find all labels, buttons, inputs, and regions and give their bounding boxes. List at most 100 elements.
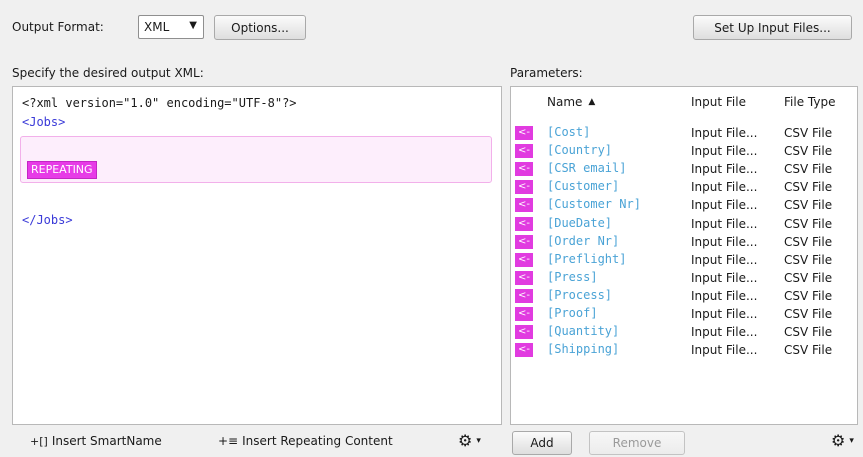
link-arrow-icon[interactable]: <- xyxy=(515,162,533,177)
table-row[interactable]: <- [Preflight] Input File... CSV File xyxy=(511,251,857,268)
param-file-type: CSV File xyxy=(784,162,833,177)
param-file-type: CSV File xyxy=(784,270,833,285)
link-arrow-icon[interactable]: <- xyxy=(515,180,533,195)
param-name: [Customer] xyxy=(547,179,620,194)
insert-repeating-button[interactable]: +≡ Insert Repeating Content xyxy=(218,434,393,448)
output-format-select[interactable]: XML ▼ xyxy=(138,15,204,39)
param-input-file: Input File... xyxy=(691,162,758,177)
link-arrow-icon[interactable]: <- xyxy=(515,270,533,285)
header-input-file[interactable]: Input File xyxy=(691,87,746,117)
xml-open-tag: <Jobs> xyxy=(22,115,66,129)
table-row[interactable]: <- [Press] Input File... CSV File xyxy=(511,269,857,286)
link-arrow-icon[interactable]: <- xyxy=(515,144,533,159)
param-name: [Proof] xyxy=(547,306,598,320)
param-input-file: Input File... xyxy=(691,234,758,249)
link-arrow-icon[interactable]: <- xyxy=(515,307,533,321)
param-file-type: CSV File xyxy=(784,198,833,213)
xml-declaration: <?xml version="1.0" encoding="UTF-8"?> xyxy=(22,96,297,110)
link-arrow-icon[interactable]: <- xyxy=(515,288,533,303)
param-input-file: Input File... xyxy=(691,252,758,267)
table-row[interactable]: <- [Order Nr] Input File... CSV File xyxy=(511,233,857,250)
param-name: [Process] xyxy=(547,287,613,302)
param-input-file: Input File... xyxy=(691,343,758,358)
table-row[interactable]: <- [Customer] Input File... CSV File xyxy=(511,178,857,195)
table-row[interactable]: <- [CSR email] Input File... CSV File xyxy=(511,160,857,177)
param-input-file: Input File... xyxy=(691,270,758,285)
table-row[interactable]: <- [Country] Input File... CSV File xyxy=(511,142,857,159)
table-row[interactable]: <- [Cost] Input File... CSV File xyxy=(511,124,857,141)
caret-down-icon: ▾ xyxy=(476,435,481,446)
table-row[interactable]: <- [Process] Input File... CSV File xyxy=(511,287,857,304)
xml-close-tag: </Jobs> xyxy=(22,213,73,227)
xml-editor[interactable]: <?xml version="1.0" encoding="UTF-8"?> <… xyxy=(12,86,502,425)
param-file-type: CSV File xyxy=(784,126,833,140)
gear-icon: ⚙ xyxy=(458,431,473,450)
left-gear-menu[interactable]: ⚙ ▾ xyxy=(458,431,481,450)
repeating-block[interactable]: REPEATING xyxy=(20,136,492,183)
setup-input-files-button[interactable]: Set Up Input Files... xyxy=(693,15,852,40)
param-name: [DueDate] xyxy=(547,215,613,230)
options-button[interactable]: Options... xyxy=(214,15,306,40)
param-name: [Order Nr] xyxy=(547,233,620,248)
param-input-file: Input File... xyxy=(691,126,758,140)
header-name-label: Name xyxy=(547,95,583,109)
link-arrow-icon[interactable]: <- xyxy=(515,234,533,249)
right-gear-menu[interactable]: ⚙ ▾ xyxy=(831,431,854,450)
chevron-down-icon: ▼ xyxy=(189,20,197,31)
link-arrow-icon[interactable]: <- xyxy=(515,325,533,340)
param-input-file: Input File... xyxy=(691,307,758,321)
gear-icon: ⚙ xyxy=(831,431,846,450)
param-file-type: CSV File xyxy=(784,288,833,303)
table-row[interactable]: <- [Proof] Input File... CSV File xyxy=(511,305,857,322)
table-row[interactable]: <- [Shipping] Input File... CSV File xyxy=(511,341,857,358)
right-panel-title: Parameters: xyxy=(510,66,583,80)
output-format-label: Output Format: xyxy=(12,20,104,34)
param-input-file: Input File... xyxy=(691,180,758,195)
param-file-type: CSV File xyxy=(784,216,833,231)
header-name[interactable]: Name ▲ xyxy=(547,87,595,117)
param-name: [Customer Nr] xyxy=(547,197,641,212)
param-file-type: CSV File xyxy=(784,307,833,321)
param-name: [Country] xyxy=(547,143,613,158)
param-input-file: Input File... xyxy=(691,325,758,340)
remove-button[interactable]: Remove xyxy=(589,431,685,455)
param-file-type: CSV File xyxy=(784,325,833,340)
param-file-type: CSV File xyxy=(784,343,833,358)
param-input-file: Input File... xyxy=(691,288,758,303)
link-arrow-icon[interactable]: <- xyxy=(515,343,533,358)
insert-repeating-icon: +≡ xyxy=(218,434,239,448)
table-row[interactable]: <- [Customer Nr] Input File... CSV File xyxy=(511,196,857,213)
link-arrow-icon[interactable]: <- xyxy=(515,252,533,267)
param-file-type: CSV File xyxy=(784,252,833,267)
insert-smartname-label: Insert SmartName xyxy=(51,434,162,448)
param-name: [Cost] xyxy=(547,125,591,139)
insert-smartname-icon: +[] xyxy=(30,434,48,448)
param-file-type: CSV File xyxy=(784,234,833,249)
table-row[interactable]: <- [DueDate] Input File... CSV File xyxy=(511,215,857,232)
param-name: [Quantity] xyxy=(547,324,620,339)
repeating-chip[interactable]: REPEATING xyxy=(27,161,97,179)
add-button[interactable]: Add xyxy=(512,431,572,455)
insert-smartname-button[interactable]: +[] Insert SmartName xyxy=(30,434,162,448)
param-name: [Press] xyxy=(547,269,598,284)
output-format-value: XML xyxy=(144,20,170,34)
param-input-file: Input File... xyxy=(691,198,758,213)
insert-repeating-label: Insert Repeating Content xyxy=(242,434,393,448)
param-file-type: CSV File xyxy=(784,180,833,195)
sort-ascending-icon: ▲ xyxy=(588,97,596,107)
param-name: [CSR email] xyxy=(547,161,627,176)
param-file-type: CSV File xyxy=(784,144,833,159)
param-input-file: Input File... xyxy=(691,216,758,231)
header-file-type[interactable]: File Type xyxy=(784,87,835,117)
header-file-type-label: File Type xyxy=(784,95,836,109)
param-input-file: Input File... xyxy=(691,144,758,159)
link-arrow-icon[interactable]: <- xyxy=(515,198,533,213)
table-row[interactable]: <- [Quantity] Input File... CSV File xyxy=(511,323,857,340)
header-input-file-label: Input File xyxy=(691,95,746,109)
left-panel-title: Specify the desired output XML: xyxy=(12,66,204,80)
param-name: [Shipping] xyxy=(547,342,620,357)
link-arrow-icon[interactable]: <- xyxy=(515,126,533,140)
link-arrow-icon[interactable]: <- xyxy=(515,216,533,231)
parameters-table[interactable]: Name ▲ Input File File Type <- [Cost] Inpu… xyxy=(510,86,858,425)
param-name: [Preflight] xyxy=(547,251,627,266)
